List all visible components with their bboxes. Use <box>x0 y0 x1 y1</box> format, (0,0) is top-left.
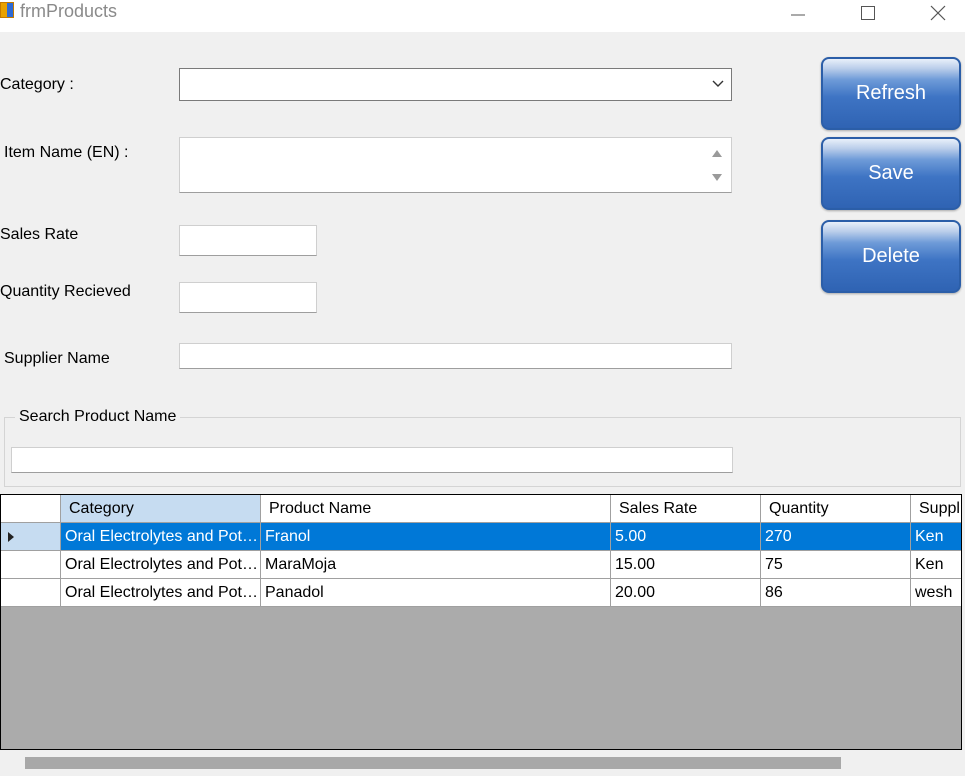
row-header[interactable] <box>1 579 61 607</box>
cell-category[interactable]: Oral Electrolytes and Potassium <box>61 579 261 607</box>
column-header-product-name[interactable]: Product Name <box>261 495 611 523</box>
column-header-category[interactable]: Category <box>61 495 261 523</box>
maximize-button[interactable] <box>845 0 891 26</box>
cell-sales-rate[interactable]: 15.00 <box>611 551 761 579</box>
cell-supplier[interactable]: Ken <box>911 523 961 551</box>
scroll-down-icon[interactable] <box>711 173 723 183</box>
item-name-label: Item Name (EN) : <box>4 144 129 161</box>
scroll-up-icon[interactable] <box>711 148 723 158</box>
close-button[interactable] <box>915 0 961 26</box>
cell-product-name[interactable]: MaraMoja <box>261 551 611 579</box>
row-header[interactable] <box>1 523 61 551</box>
column-header-quantity[interactable]: Quantity <box>761 495 911 523</box>
search-group: Search Product Name <box>4 408 961 487</box>
close-icon <box>930 5 946 21</box>
sales-rate-field[interactable] <box>179 225 317 256</box>
cell-supplier[interactable]: Ken <box>911 551 961 579</box>
cell-product-name[interactable]: Franol <box>261 523 611 551</box>
app-icon <box>0 2 14 18</box>
search-group-title: Search Product Name <box>15 408 181 426</box>
refresh-button[interactable]: Refresh <box>821 57 961 130</box>
cell-category[interactable]: Oral Electrolytes and Potassium <box>61 523 261 551</box>
delete-button[interactable]: Delete <box>821 220 961 293</box>
cell-sales-rate[interactable]: 5.00 <box>611 523 761 551</box>
table-row[interactable]: Oral Electrolytes and Potassium Franol 5… <box>1 523 961 551</box>
supplier-field[interactable] <box>179 343 732 369</box>
column-header-supplier[interactable]: Suppl <box>911 495 961 523</box>
sales-rate-label: Sales Rate <box>0 226 79 243</box>
cell-quantity[interactable]: 86 <box>761 579 911 607</box>
row-pointer-icon <box>8 532 14 542</box>
item-name-field[interactable] <box>179 137 732 193</box>
table-row[interactable]: Oral Electrolytes and Potassium MaraMoja… <box>1 551 961 579</box>
supplier-label: Supplier Name <box>4 350 110 367</box>
category-dropdown[interactable] <box>179 68 732 101</box>
cell-product-name[interactable]: Panadol <box>261 579 611 607</box>
quantity-label: Quantity Recieved <box>0 283 131 300</box>
row-header[interactable] <box>1 551 61 579</box>
chevron-down-icon <box>712 80 724 87</box>
table-row[interactable]: Oral Electrolytes and Potassium Panadol … <box>1 579 961 607</box>
column-header-sales-rate[interactable]: Sales Rate <box>611 495 761 523</box>
search-input[interactable] <box>11 447 733 473</box>
grid-header: Category Product Name Sales Rate Quantit… <box>1 495 961 523</box>
cell-sales-rate[interactable]: 20.00 <box>611 579 761 607</box>
quantity-field[interactable] <box>179 282 317 313</box>
row-header-corner <box>1 495 61 523</box>
cell-quantity[interactable]: 75 <box>761 551 911 579</box>
scrollbar-thumb[interactable] <box>25 757 841 769</box>
products-grid[interactable]: Category Product Name Sales Rate Quantit… <box>0 494 962 750</box>
save-button[interactable]: Save <box>821 137 961 210</box>
title-bar: frmProducts <box>0 0 965 32</box>
cell-category[interactable]: Oral Electrolytes and Potassium <box>61 551 261 579</box>
category-label: Category : <box>0 76 74 93</box>
cell-quantity[interactable]: 270 <box>761 523 911 551</box>
window-title: frmProducts <box>20 1 118 21</box>
maximize-icon <box>861 6 875 20</box>
minimize-button[interactable] <box>775 0 821 26</box>
cell-supplier[interactable]: wesh <box>911 579 961 607</box>
minimize-icon <box>791 14 805 16</box>
horizontal-scrollbar[interactable] <box>0 750 962 776</box>
